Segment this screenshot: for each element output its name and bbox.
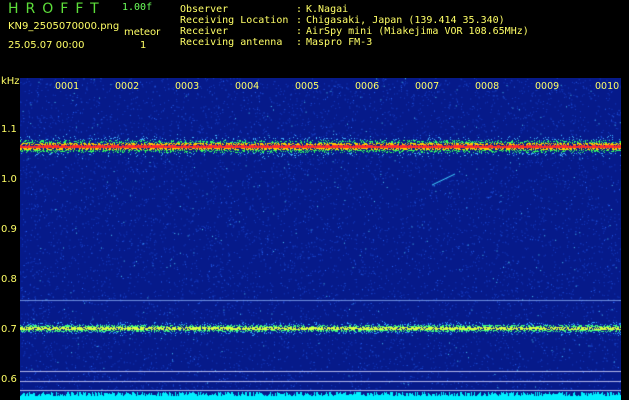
x-tick-label: 0004 [235, 81, 260, 92]
info-colon: : [296, 15, 303, 26]
info-colon: : [296, 37, 303, 48]
info-key-receiver: Receiver [180, 26, 229, 37]
y-tick-label: 0.7 [1, 324, 17, 335]
x-tick-label: 0006 [355, 81, 380, 92]
x-tick-label: 0001 [55, 81, 80, 92]
x-tick-label: 0010 [595, 81, 620, 92]
app-title: HROFFT [8, 1, 106, 17]
info-value-receiver: AirSpy mini (Miakejima VOR 108.65MHz) [306, 26, 529, 37]
x-tick-label: 0002 [115, 81, 140, 92]
mode-label: meteor [124, 27, 161, 38]
y-tick-label: 1.0 [1, 174, 17, 185]
info-key-observer: Observer [180, 4, 229, 15]
x-tick-label: 0007 [415, 81, 440, 92]
info-value-location: Chigasaki, Japan (139.414 35.340) [306, 15, 505, 26]
file-name: KN9_2505070000.png [8, 21, 120, 32]
y-tick-label: 0.6 [1, 374, 17, 385]
mode-value: 1 [140, 40, 147, 51]
x-tick-label: 0003 [175, 81, 200, 92]
x-tick-label: 0008 [475, 81, 500, 92]
info-value-antenna: Maspro FM-3 [306, 37, 373, 48]
y-tick-label: 0.9 [1, 224, 17, 235]
info-colon: : [296, 4, 303, 15]
info-colon: : [296, 26, 303, 37]
header-panel: HROFFT 1.00f KN9_2505070000.png meteor 2… [0, 0, 629, 78]
y-tick-label: 0.8 [1, 274, 17, 285]
spectrogram-canvas [20, 78, 621, 400]
app-version: 1.00f [122, 2, 153, 13]
spectrogram-plot[interactable] [20, 78, 621, 400]
x-tick-label: 0009 [535, 81, 560, 92]
info-key-location: Receiving Location [180, 15, 289, 26]
y-axis-unit: kHz [1, 76, 20, 87]
date-time: 25.05.07 00:00 [8, 40, 85, 51]
x-tick-label: 0005 [295, 81, 320, 92]
info-value-observer: K.Nagai [306, 4, 349, 15]
y-tick-label: 1.1 [1, 124, 17, 135]
info-key-antenna: Receiving antenna [180, 37, 283, 48]
